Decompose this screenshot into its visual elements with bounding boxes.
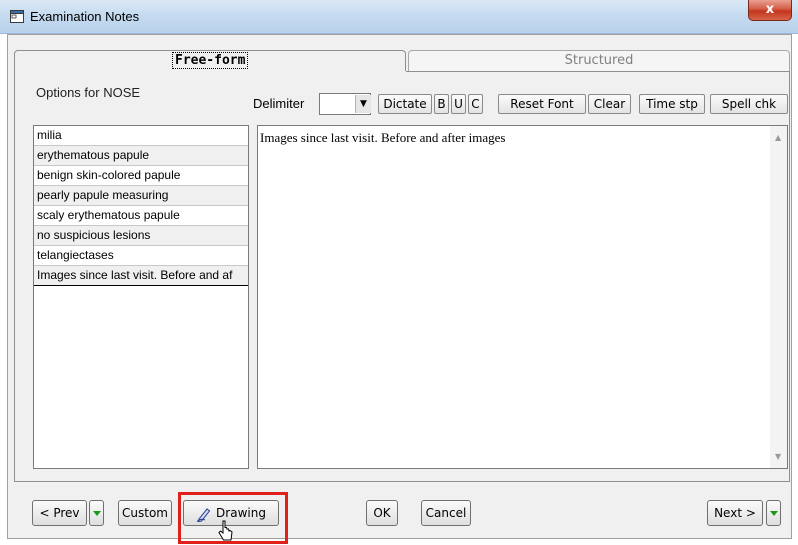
list-item[interactable]: Images since last visit. Before and af [34, 266, 248, 286]
next-dropdown-arrow-icon[interactable] [766, 500, 781, 526]
underline-button[interactable]: U [451, 94, 466, 114]
list-item[interactable]: scaly erythematous papule [34, 206, 248, 226]
dictate-button[interactable]: Dictate [378, 94, 432, 114]
next-button[interactable]: Next > [707, 500, 763, 526]
list-item[interactable]: pearly papule measuring [34, 186, 248, 206]
time-stamp-button[interactable]: Time stp [639, 94, 705, 114]
tab-divider [406, 71, 790, 72]
window-title: Examination Notes [30, 9, 140, 24]
close-button[interactable]: x [748, 0, 792, 21]
prev-dropdown-arrow-icon[interactable] [89, 500, 104, 526]
cancel-button[interactable]: Cancel [421, 500, 471, 526]
tab-free-form-label: Free-form [172, 52, 249, 69]
list-item[interactable]: telangiectases [34, 246, 248, 266]
reset-font-button[interactable]: Reset Font [498, 94, 586, 114]
notes-text: Images since last visit. Before and afte… [260, 130, 506, 145]
notes-textarea[interactable] [257, 125, 788, 469]
scroll-up-icon[interactable]: ▲ [775, 133, 781, 142]
list-item[interactable]: benign skin-colored papule [34, 166, 248, 186]
tab-structured-label: Structured [564, 53, 634, 68]
c-button[interactable]: C [468, 94, 483, 114]
window-icon [10, 10, 24, 23]
delimiter-label: Delimiter [253, 96, 305, 111]
options-heading: Options for NOSE [36, 85, 141, 100]
prev-button[interactable]: < Prev [32, 500, 87, 526]
mouse-cursor-icon [218, 520, 233, 541]
notes-scrollbar[interactable] [770, 126, 787, 468]
examination-notes-window: Examination Notes x Free-form Structured… [0, 0, 798, 545]
clear-button[interactable]: Clear [588, 94, 631, 114]
title-bar[interactable]: Examination Notes x [0, 0, 798, 34]
scroll-down-icon[interactable]: ▼ [775, 452, 781, 461]
spell-check-button[interactable]: Spell chk [710, 94, 788, 114]
tab-structured[interactable]: Structured [408, 50, 790, 72]
list-item[interactable]: erythematous papule [34, 146, 248, 166]
options-list[interactable]: milia erythematous papule benign skin-co… [33, 125, 249, 469]
chevron-down-icon[interactable]: ▼ [355, 95, 371, 113]
list-item[interactable]: no suspicious lesions [34, 226, 248, 246]
custom-button[interactable]: Custom [118, 500, 172, 526]
bold-button[interactable]: B [434, 94, 449, 114]
ok-button[interactable]: OK [366, 500, 398, 526]
list-item[interactable]: milia [34, 126, 248, 146]
close-icon: x [765, 2, 775, 17]
